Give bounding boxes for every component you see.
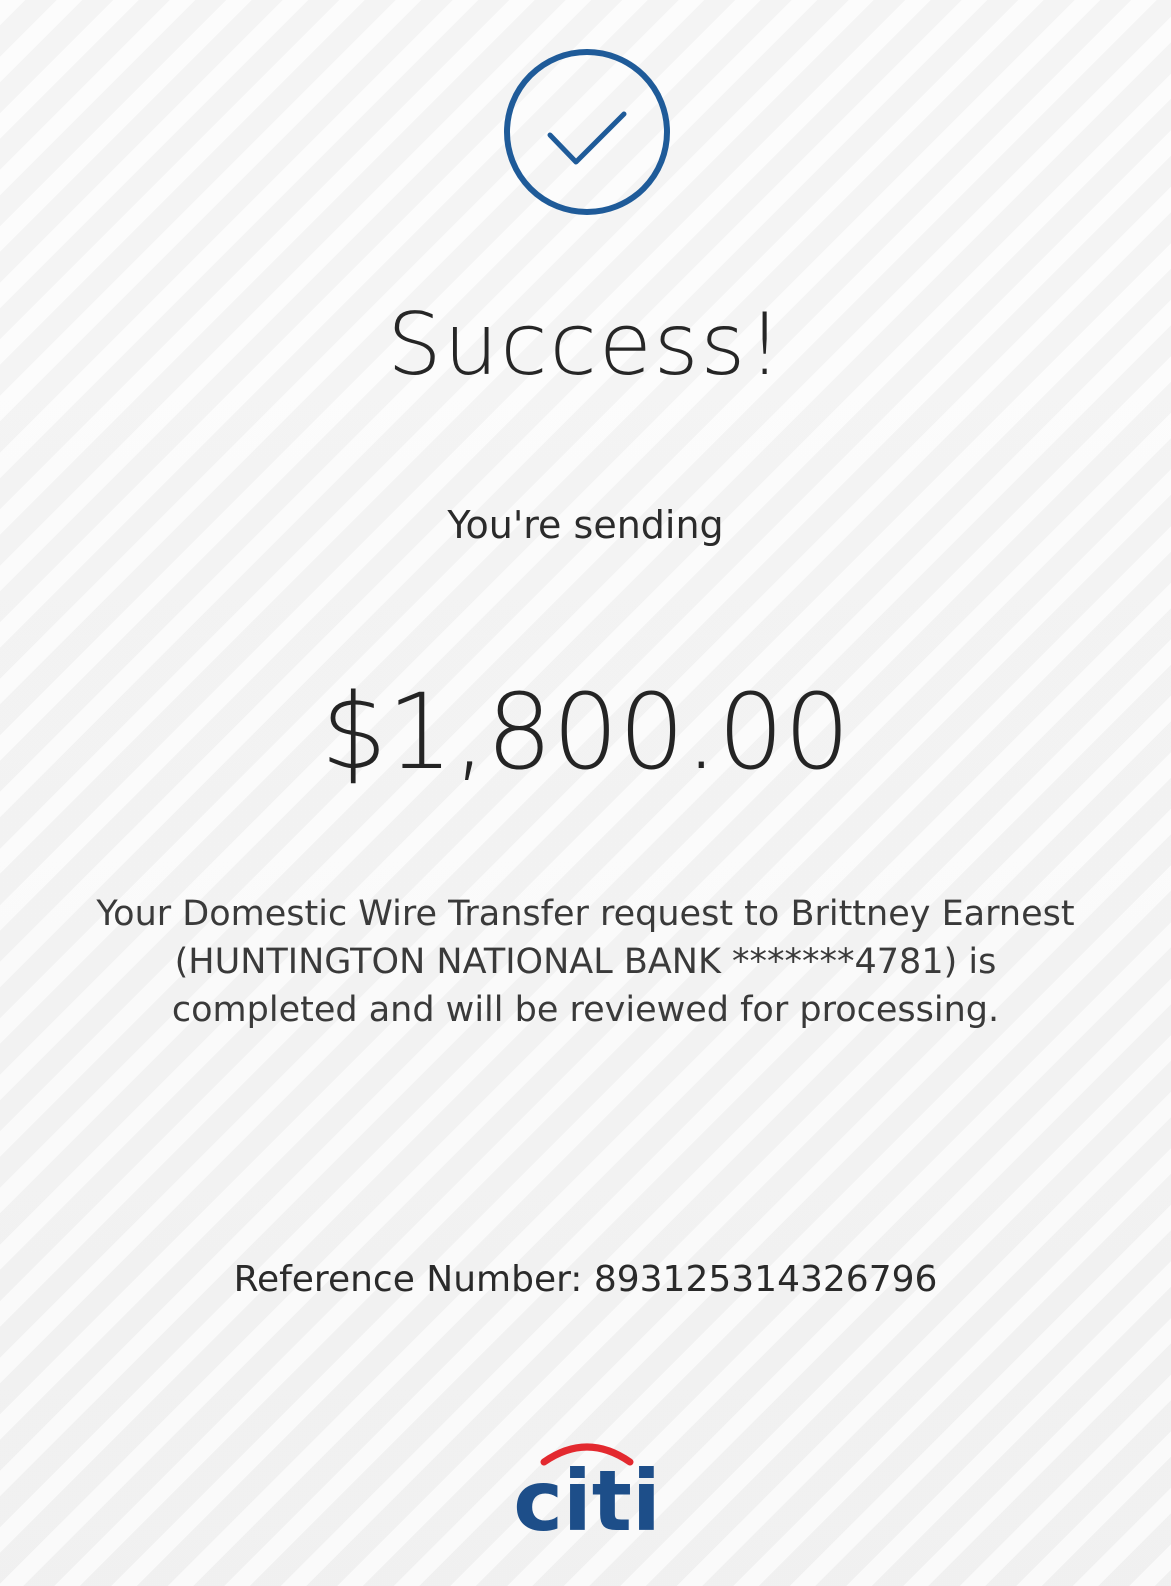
success-screen: Success! You're sending $1,800.00 Your D… xyxy=(0,0,1171,1586)
check-circle-icon xyxy=(501,46,673,218)
transfer-amount: $1,800.00 xyxy=(320,671,851,793)
reference-number: Reference Number: 893125314326796 xyxy=(233,1259,938,1300)
success-title: Success! xyxy=(387,295,784,395)
citi-logo-text: citi xyxy=(513,1452,661,1544)
sending-label: You're sending xyxy=(447,503,724,547)
confirmation-message: Your Domestic Wire Transfer request to B… xyxy=(96,894,1075,1030)
citi-logo: citi xyxy=(512,1434,662,1544)
